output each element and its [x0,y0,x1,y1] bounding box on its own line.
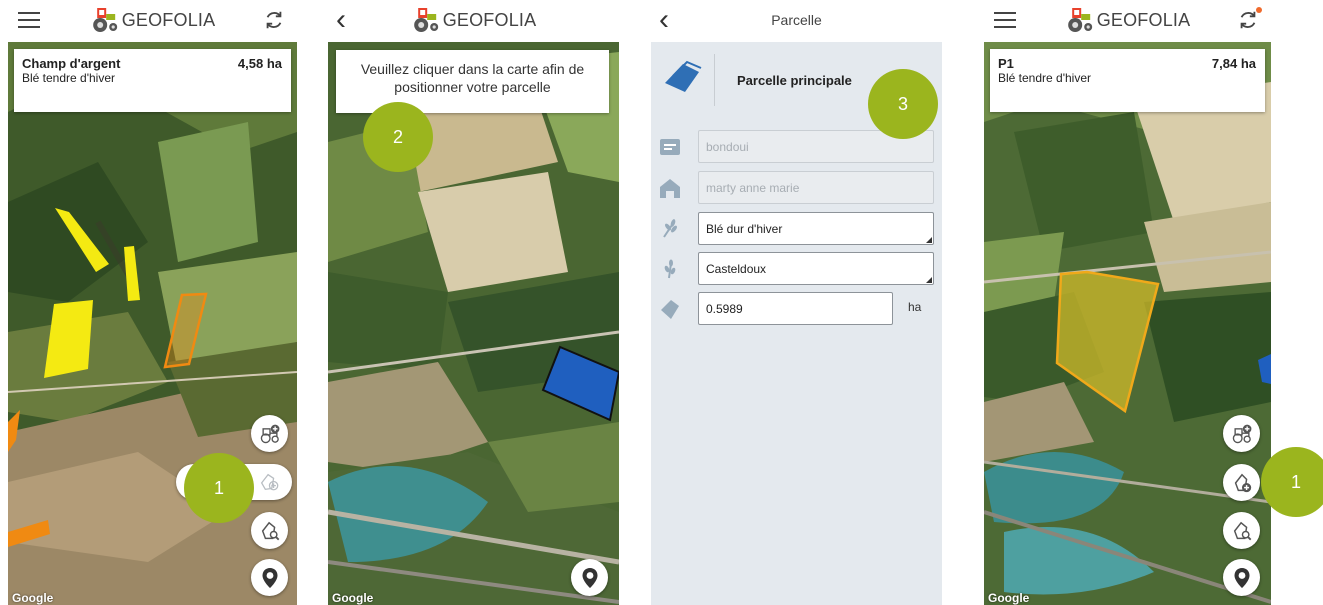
tractor-logo-icon [411,7,439,33]
menu-icon[interactable] [994,12,1016,30]
farm-icon [659,177,681,199]
map-credit: Google [332,591,374,605]
add-parcel-button[interactable] [255,468,283,496]
tractor-add-icon [1230,423,1254,445]
parcel-area: 4,58 ha [237,56,282,71]
back-icon[interactable]: ‹ [336,5,346,35]
locate-button[interactable] [251,559,288,596]
locate-button[interactable] [571,559,608,596]
tractor-logo-icon [90,7,118,33]
map-credit: Google [988,591,1030,605]
parcel-search-icon [1231,520,1253,542]
parcel-area: 7,84 ha [1211,56,1256,71]
search-parcel-button[interactable] [1223,512,1260,549]
app-bar: ‹ Parcelle [651,0,942,42]
sync-button[interactable] [263,9,285,36]
tractor-logo-icon [1065,7,1093,33]
wheat-icon [659,218,681,240]
app-brand-name: GEOFOLIA [1096,9,1191,30]
location-pin-icon [1230,566,1254,590]
location-pin-icon [258,566,282,590]
pending-sync-indicator [1256,7,1262,13]
parcel-add-icon [258,471,280,493]
parcel-info-card[interactable]: Champ d'argent Blé tendre d'hiver 4,58 h… [14,49,291,112]
farm-field[interactable]: marty anne marie [698,171,934,204]
satellite-map[interactable]: P1 Blé tendre d'hiver 7,84 ha Google [984,42,1271,605]
screen-parcel-form: ‹ Parcelle Parcelle principale bondoui m… [651,0,942,605]
screen-map-parcel-info: GEOFOLIA Champ d'argent Blé tendre d'hiv… [8,0,297,605]
app-logo: GEOFOLIA [90,7,216,33]
text-field-icon [659,136,681,158]
parcel-info-card[interactable]: P1 Blé tendre d'hiver 7,84 ha [990,49,1265,112]
section-title: Parcelle principale [737,73,852,88]
step-badge: 3 [868,69,938,139]
search-parcel-button[interactable] [251,512,288,549]
tractor-add-icon [258,423,282,445]
crop-select[interactable]: Blé dur d'hiver [698,212,934,245]
parcel-add-icon [1231,472,1253,494]
app-brand-name: GEOFOLIA [442,9,537,30]
app-bar: GEOFOLIA [984,0,1271,42]
form-row-area: 0.5989 ha [651,292,942,326]
app-bar: ‹ GEOFOLIA [328,0,619,42]
satellite-map[interactable]: Champ d'argent Blé tendre d'hiver 4,58 h… [8,42,297,605]
add-equipment-button[interactable] [1223,415,1260,452]
variety-select[interactable]: Casteldoux [698,252,934,285]
form-row-variety: Casteldoux [651,252,942,286]
step-badge: 1 [1261,447,1323,517]
app-bar: GEOFOLIA [8,0,297,42]
step-badge: 2 [363,102,433,172]
wheat-icon [659,258,681,280]
header-divider [714,54,715,106]
parcel-crop: Blé tendre d'hiver [22,71,116,85]
location-pin-icon [578,566,602,590]
form-row-crop: Blé dur d'hiver [651,212,942,246]
add-equipment-button[interactable] [251,415,288,452]
screen-map-new-parcel: GEOFOLIA P1 Blé tendre d'hiver 7,84 ha G… [984,0,1271,605]
parcel-crop: Blé tendre d'hiver [998,71,1092,85]
form-row-farm: marty anne marie [651,171,942,205]
parcel-shape-icon [661,56,705,105]
parcel-search-icon [259,520,281,542]
app-brand-name: GEOFOLIA [121,9,216,30]
app-logo: GEOFOLIA [411,7,537,33]
locate-button[interactable] [1223,559,1260,596]
page-title: Parcelle [771,12,822,28]
step-badge: 1 [184,453,254,523]
area-input[interactable]: 0.5989 [698,292,893,325]
sync-icon [263,9,285,31]
screen-position-parcel: ‹ GEOFOLIA Veuillez cliquer dans la cart… [328,0,619,605]
sync-icon [1237,9,1259,31]
parcel-shape-icon [659,298,681,320]
menu-icon[interactable] [18,12,40,30]
instruction-banner: Veuillez cliquer dans la carte afin de p… [336,50,609,113]
area-unit: ha [908,300,922,314]
add-parcel-button[interactable] [1223,464,1260,501]
map-credit: Google [12,591,54,605]
sync-button[interactable] [1237,7,1262,36]
app-logo: GEOFOLIA [1065,7,1191,33]
